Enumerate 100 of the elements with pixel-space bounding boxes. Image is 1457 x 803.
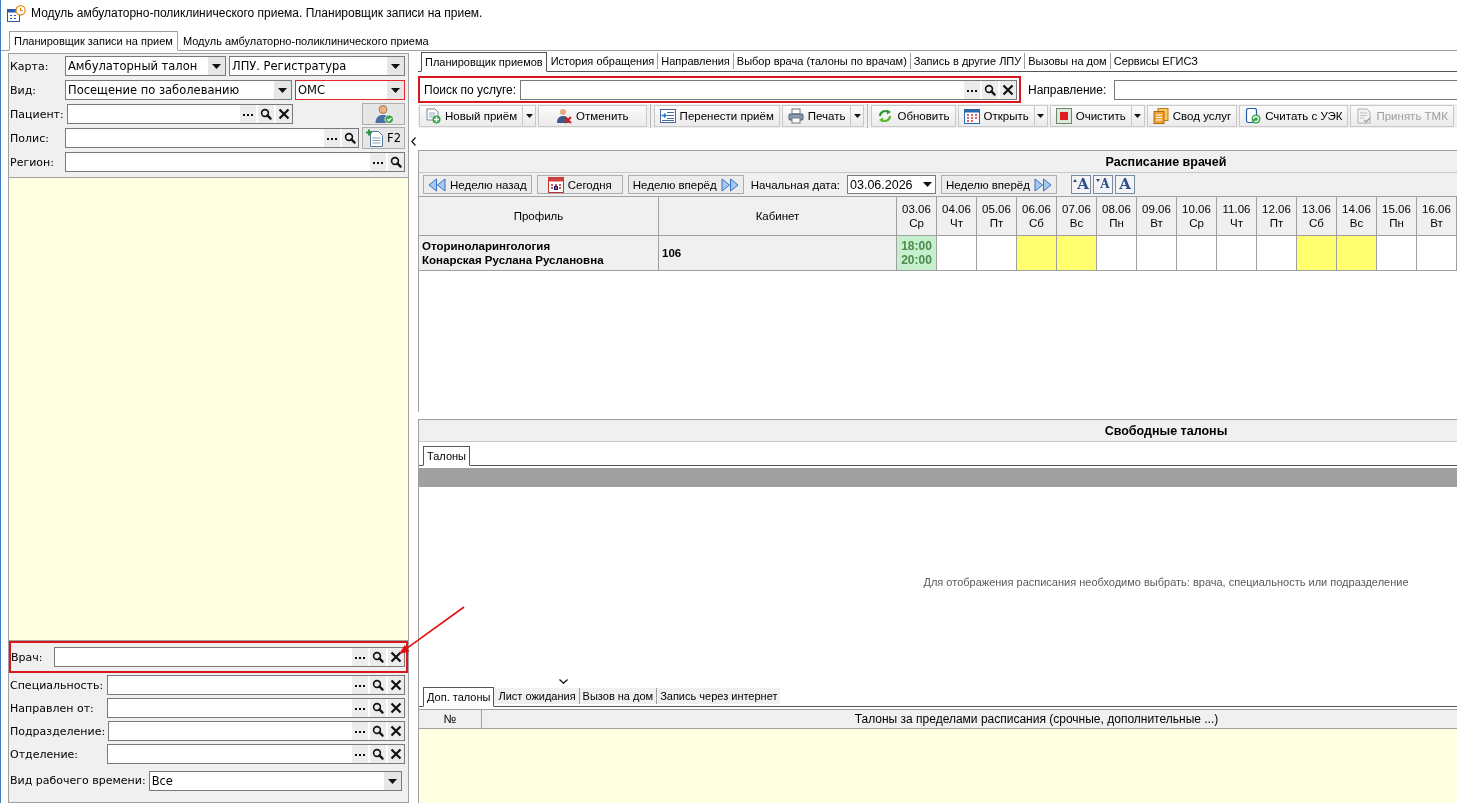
tab[interactable]: История обращения [546,53,658,69]
caret-down-icon[interactable] [384,771,401,790]
search-icon[interactable] [257,105,274,123]
nav-button[interactable]: Неделю назад [423,175,532,194]
ellipsis-icon[interactable] [352,676,368,694]
caret-down-icon[interactable] [387,57,404,75]
document-check-icon [1356,108,1373,124]
dropdown-field[interactable]: ЛПУ. Регистратура [229,56,405,76]
search-icon[interactable] [370,648,386,666]
lookup-field[interactable] [108,721,405,741]
toolbar-button[interactable]: Считать с УЭК [1239,105,1349,127]
lookup-field[interactable] [65,128,359,148]
search-icon[interactable] [370,699,386,717]
tab[interactable]: Запись в другие ЛПУ [909,53,1025,69]
nav-button[interactable]: Неделю вперёд [627,175,744,194]
lookup-field[interactable] [520,79,1017,100]
lookup-field[interactable] [107,675,405,695]
column-header: 08.06 Пн [1097,197,1137,236]
font-size-button[interactable]: A [1114,175,1135,194]
panel-title: Расписание врачей [419,151,1457,173]
column-header: 15.06 Пн [1377,197,1417,236]
font-size-button[interactable]: A [1070,175,1091,194]
column-header: 09.06 Вт [1137,197,1177,236]
search-icon[interactable] [370,745,386,763]
tab[interactable]: Доп. талоны [423,687,495,707]
tab[interactable]: Вызовы на дом [1024,53,1110,69]
ellipsis-icon[interactable] [370,153,386,171]
field-label: Врач: [11,650,44,664]
close-icon[interactable] [388,745,404,763]
tab[interactable]: Планировщик записи на прием [9,31,178,51]
nav-button[interactable]: Неделю вперёд [941,175,1057,194]
font-size-button[interactable]: A [1092,175,1113,194]
caret-down-icon[interactable] [208,57,225,75]
close-icon[interactable] [1000,80,1016,99]
calendar-icon [547,176,564,193]
double-arrow-left-icon [428,177,446,192]
column-header: 05.06 Пт [977,197,1017,236]
lookup-field[interactable] [107,744,405,764]
ellipsis-icon[interactable] [352,699,368,717]
chevron-left-icon[interactable] [411,137,416,146]
ellipsis-icon[interactable] [352,648,368,666]
toolbar-button[interactable]: Отменить [538,105,647,127]
toolbar-button[interactable]: Открыть [957,105,1035,127]
double-arrow-right-icon [720,177,739,192]
field-label: Поиск по услуге: [424,82,517,97]
dropdown-field[interactable]: Амбулаторный талон [65,56,226,76]
toolbar-button[interactable]: Свод услуг [1146,105,1238,127]
toolbar-button[interactable]: Печать [781,105,852,127]
caret-down-icon[interactable] [387,81,404,99]
lookup-field[interactable] [54,647,405,667]
toolbar-button[interactable]: Очистить [1049,105,1132,127]
tab[interactable]: Выбор врача (талоны по врачам) [732,53,910,69]
close-icon[interactable] [275,105,292,123]
field-label: Вид рабочего времени: [10,774,146,787]
search-icon[interactable] [388,153,404,171]
tab[interactable]: Направления [657,53,733,69]
search-icon[interactable] [342,129,358,147]
dropdown-field[interactable]: Посещение по заболеванию [65,80,292,100]
toolbar-button[interactable]: Обновить [871,105,956,127]
document-plus-icon [425,108,441,124]
ellipsis-icon[interactable] [352,745,368,763]
caret-down-icon[interactable] [274,81,291,99]
date-field[interactable]: 03.06.2026 [847,175,936,194]
tab[interactable]: Модуль амбулаторно-поликлинического приема [177,31,434,51]
nav-button[interactable]: Сегодня [536,175,623,194]
dropdown-button[interactable] [851,105,865,127]
chevron-down-icon[interactable] [559,678,568,684]
tab[interactable]: Вызов на дом [578,688,657,704]
field-label: Регион: [10,155,55,169]
caret-down-icon [1096,179,1101,182]
close-icon[interactable] [388,676,404,694]
column-header: № [419,709,482,729]
ellipsis-icon[interactable] [352,722,368,740]
close-icon[interactable] [388,722,404,740]
search-icon[interactable] [370,676,386,694]
caret-down-icon[interactable] [923,182,932,187]
tab[interactable]: Запись через интернет [656,688,781,704]
tab[interactable]: Сервисы ЕГИСЗ [1109,53,1201,69]
dropdown-field[interactable]: Все [148,770,402,791]
close-icon[interactable] [388,648,404,666]
toolbar-button[interactable]: Новый приём [419,105,524,127]
shortcut-button[interactable]: F2 [362,127,405,149]
ellipsis-icon[interactable] [324,129,340,147]
search-icon[interactable] [982,80,998,99]
ellipsis-icon[interactable] [239,105,256,123]
ellipsis-icon[interactable] [964,80,980,99]
search-icon[interactable] [370,722,386,740]
tab[interactable]: Лист ожидания [494,688,579,704]
input-field[interactable] [1114,79,1457,100]
lookup-field[interactable] [66,104,293,124]
tab[interactable]: Планировщик приемов [421,52,547,72]
tab[interactable]: Талоны [423,446,470,466]
card-refresh-icon [1245,108,1262,124]
toolbar-button[interactable]: Перенести приём [653,105,780,127]
person-button[interactable] [362,103,405,125]
lookup-field[interactable] [65,152,405,172]
lookup-field[interactable] [107,698,405,718]
dropdown-field[interactable]: ОМС [295,80,405,100]
close-icon[interactable] [388,699,404,717]
dropdown-button[interactable] [523,105,537,127]
